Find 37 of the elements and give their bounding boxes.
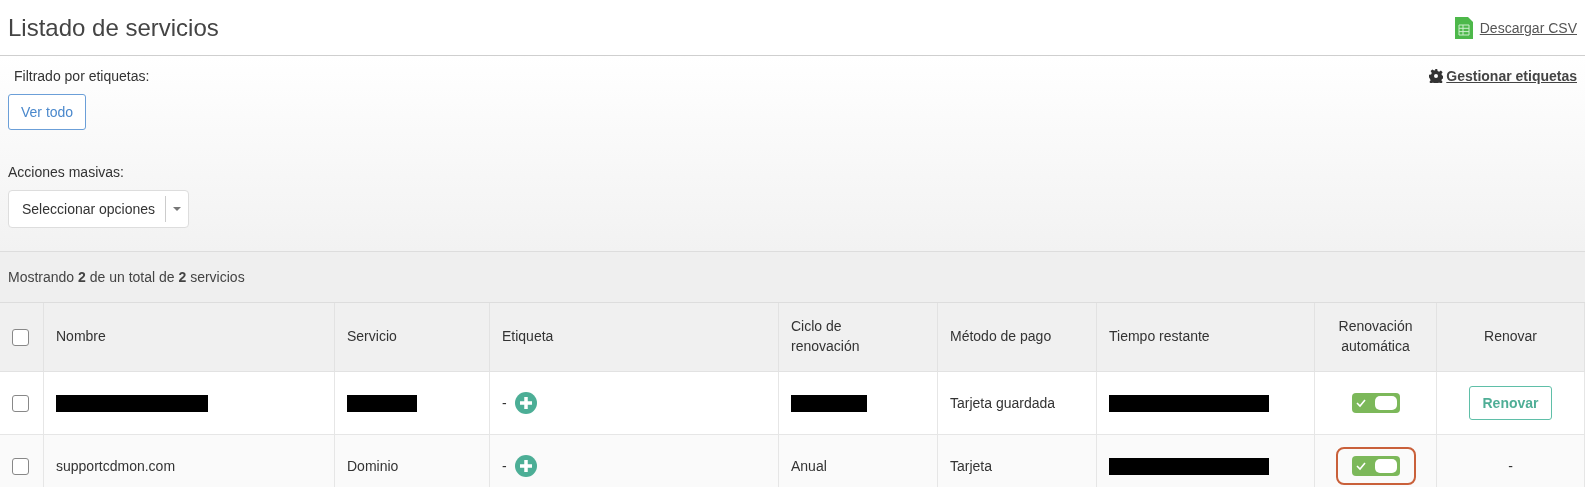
table-cell: Anual	[791, 458, 827, 474]
view-all-button[interactable]: Ver todo	[8, 94, 87, 130]
check-icon	[1354, 461, 1367, 471]
redaction-bar	[347, 394, 417, 412]
table-cell: -	[1508, 458, 1513, 474]
row-checkbox[interactable]	[12, 457, 29, 475]
settings-icon	[1429, 69, 1444, 83]
bulk-actions-select[interactable]: Seleccionar opciones	[8, 190, 190, 228]
table-cell: supportcdmon.com	[56, 458, 176, 474]
manage-tags-link[interactable]: Gestionar etiquetas	[1429, 68, 1577, 84]
check-icon	[1354, 398, 1367, 408]
spreadsheet-icon	[1453, 16, 1474, 39]
column-header: Tiempo restante	[1109, 327, 1210, 347]
page-title: Listado de servicios	[8, 13, 219, 42]
bulk-actions-label: Acciones masivas:	[8, 164, 124, 180]
table-cell: -	[502, 395, 507, 411]
column-header: Nombre	[56, 327, 106, 347]
filter-label: Filtrado por etiquetas:	[13, 68, 150, 84]
table-cell: -	[502, 458, 507, 474]
add-tag-icon[interactable]	[514, 392, 537, 414]
auto-renew-toggle[interactable]	[1351, 456, 1400, 476]
column-header: Renovar	[1484, 327, 1537, 347]
column-header: Renovación automática	[1337, 317, 1414, 356]
download-link[interactable]: Descargar CSV	[1453, 16, 1577, 39]
caret-icon	[172, 206, 183, 212]
column-header: Método de pago	[950, 327, 1052, 347]
table-cell: Dominio	[347, 458, 399, 474]
column-header: Servicio	[347, 327, 397, 347]
column-header: Etiqueta	[502, 327, 554, 347]
row-checkbox[interactable]	[12, 394, 29, 412]
table-cell: Tarjeta	[950, 458, 993, 474]
add-tag-icon[interactable]	[514, 455, 537, 477]
summary-text: Mostrando 2 de un total de 2 servicios	[8, 269, 245, 285]
select-all-checkbox[interactable]	[12, 328, 29, 346]
table-cell: Tarjeta guardada	[950, 395, 1056, 411]
column-header: Ciclo de renovación	[791, 317, 861, 356]
auto-renew-toggle[interactable]	[1351, 393, 1400, 413]
